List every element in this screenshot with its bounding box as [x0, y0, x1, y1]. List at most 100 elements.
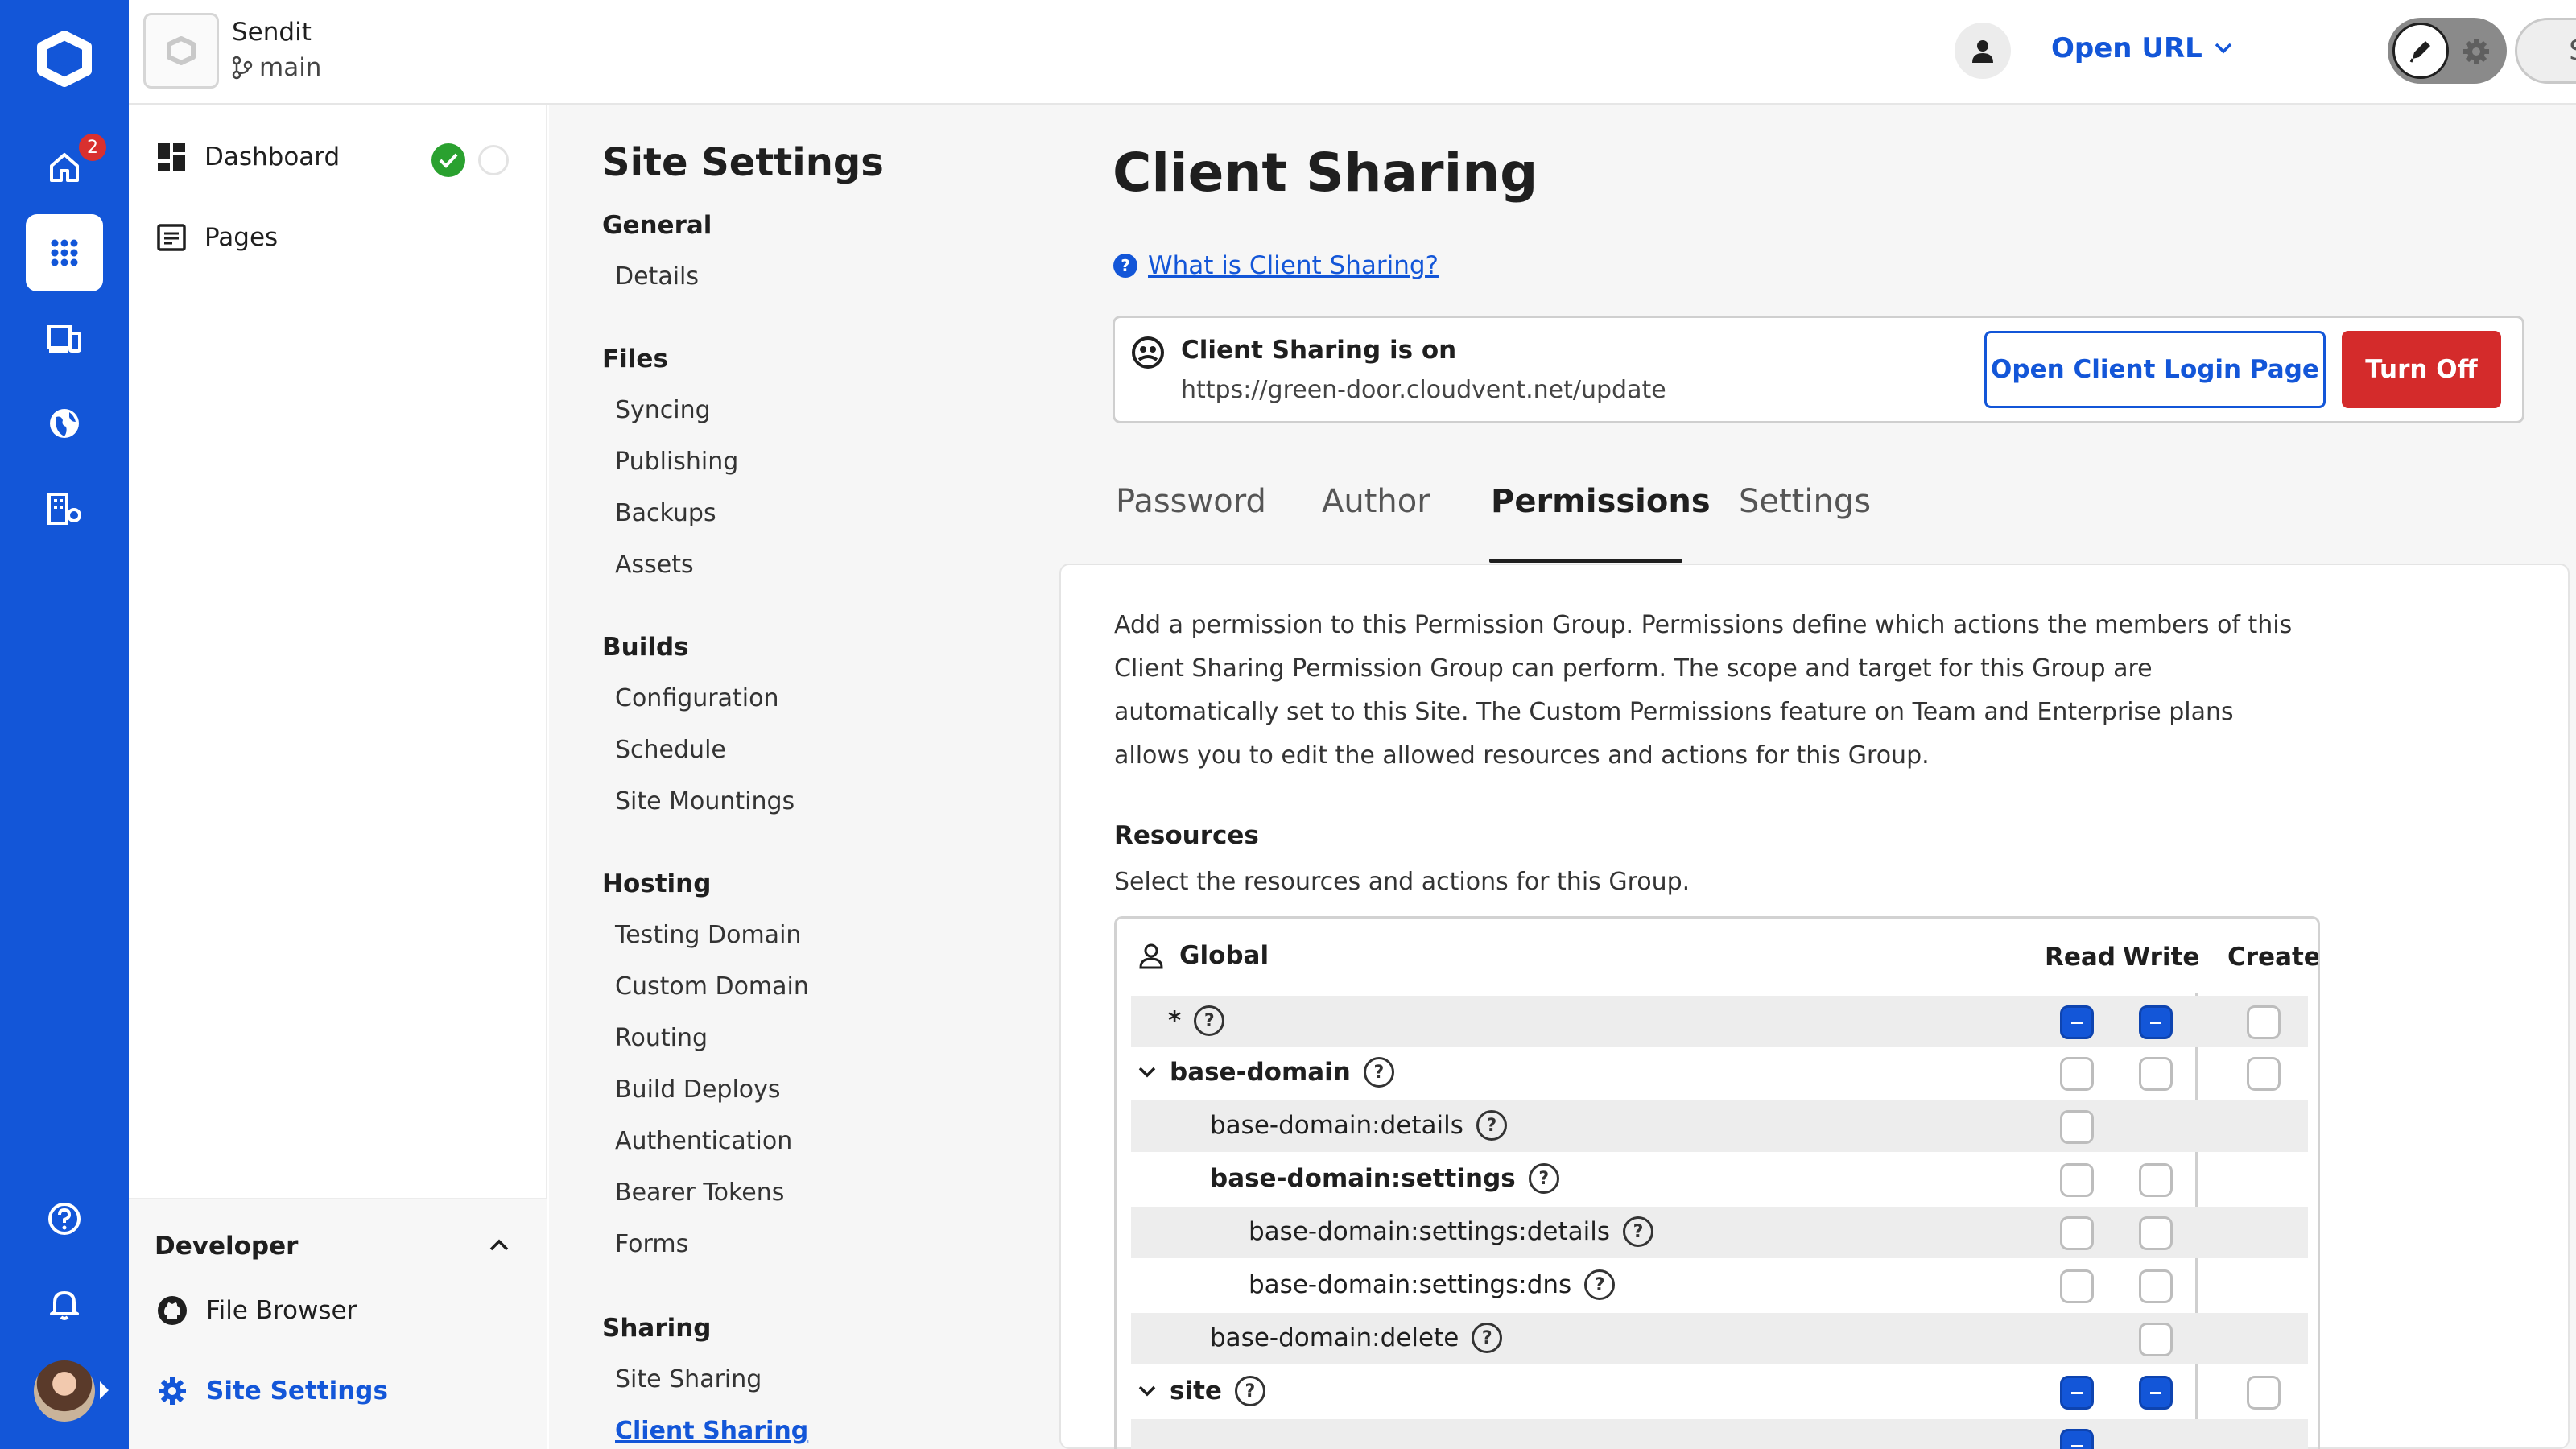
nav-item-file-browser[interactable]: File Browser [156, 1294, 357, 1327]
write-checkbox[interactable] [2139, 1323, 2173, 1356]
permissions-card: Add a permission to this Permission Grou… [1059, 564, 2570, 1449]
help-icon[interactable]: ? [1476, 1110, 1507, 1141]
read-checkbox[interactable] [2060, 1057, 2094, 1091]
nav-item-pages[interactable]: Pages [156, 222, 278, 253]
write-checkbox[interactable] [2139, 1005, 2173, 1039]
chevron-down-icon[interactable] [1137, 1385, 1157, 1397]
table-row: base-domain:settings ? [1131, 1154, 2308, 1205]
sharing-status-box: Client Sharing is on https://green-door.… [1113, 316, 2524, 423]
tab-settings[interactable]: Settings [1739, 483, 1871, 520]
scope-label: Global [1137, 941, 1269, 970]
nav-item-site-settings[interactable]: Site Settings [156, 1375, 388, 1407]
resources-description: Select the resources and actions for thi… [1114, 868, 1690, 896]
table-row: * ? [1131, 996, 2308, 1047]
subnav-item-build-deploys[interactable]: Build Deploys [615, 1075, 781, 1104]
check-circle-icon [431, 143, 465, 177]
user-avatar[interactable] [34, 1360, 95, 1422]
site-name: Sendit [232, 18, 312, 47]
read-checkbox[interactable] [2060, 1429, 2094, 1449]
read-checkbox[interactable] [2060, 1163, 2094, 1197]
branch-selector[interactable]: main [232, 53, 321, 82]
chevron-up-icon[interactable] [488, 1238, 510, 1253]
subnav-item-forms[interactable]: Forms [615, 1230, 688, 1258]
row-label-text: base-domain:details [1210, 1111, 1463, 1140]
write-checkbox[interactable] [2139, 1057, 2173, 1091]
read-checkbox[interactable] [2060, 1005, 2094, 1039]
help-icon[interactable]: ? [1622, 1216, 1653, 1247]
read-checkbox[interactable] [2060, 1110, 2094, 1144]
subnav-item-configuration[interactable]: Configuration [615, 684, 778, 712]
rail-help[interactable] [26, 1180, 103, 1257]
branch-name: main [259, 53, 322, 82]
rail-apps[interactable] [26, 214, 103, 291]
subnav-item-details[interactable]: Details [615, 262, 699, 291]
write-checkbox[interactable] [2139, 1269, 2173, 1303]
help-icon[interactable]: ? [1472, 1323, 1503, 1353]
help-icon[interactable]: ? [1584, 1269, 1616, 1300]
top-bar: Sendit main Open URL Save [129, 0, 2576, 105]
create-checkbox[interactable] [2247, 1005, 2281, 1039]
table-row: base-domain:delete ? [1131, 1313, 2308, 1364]
nav-item-dashboard[interactable]: Dashboard [156, 142, 340, 172]
rail-globe[interactable] [26, 385, 103, 462]
tab-permissions[interactable]: Permissions [1491, 483, 1711, 520]
open-client-login-button[interactable]: Open Client Login Page [1984, 331, 2326, 408]
write-checkbox[interactable] [2139, 1376, 2173, 1410]
rail-devices[interactable] [26, 299, 103, 377]
create-checkbox[interactable] [2247, 1057, 2281, 1091]
subnav-item-syncing[interactable]: Syncing [615, 396, 711, 424]
subnav-item-publishing[interactable]: Publishing [615, 448, 738, 476]
save-button[interactable]: Save [2515, 18, 2576, 84]
tab-password[interactable]: Password [1116, 483, 1266, 520]
subnav-item-authentication[interactable]: Authentication [615, 1127, 792, 1155]
write-checkbox[interactable] [2139, 1163, 2173, 1197]
subnav-group-sharing: Sharing [602, 1314, 712, 1343]
client-share-icon [1131, 336, 1165, 369]
subnav-item-bearer-tokens[interactable]: Bearer Tokens [615, 1179, 784, 1207]
subnav-item-routing[interactable]: Routing [615, 1024, 708, 1052]
table-row: base-domain:settings:details ? [1131, 1207, 2308, 1258]
help-icon[interactable]: ? [1194, 1005, 1225, 1036]
gear-icon [156, 1375, 188, 1407]
write-checkbox[interactable] [2139, 1216, 2173, 1250]
developer-heading[interactable]: Developer [155, 1232, 298, 1261]
app-logo-icon[interactable] [32, 31, 97, 87]
subnav-item-custom-domain[interactable]: Custom Domain [615, 972, 809, 1001]
open-url-button[interactable]: Open URL [2051, 32, 2233, 64]
subnav-group-hosting: Hosting [602, 869, 712, 898]
edit-mode-toggle[interactable] [2388, 18, 2507, 84]
devices-icon [46, 322, 83, 354]
row-label[interactable]: base-domain ? [1137, 1057, 1394, 1088]
subnav-item-site-mountings[interactable]: Site Mountings [615, 787, 795, 815]
read-checkbox[interactable] [2060, 1216, 2094, 1250]
row-label[interactable]: site ? [1137, 1376, 1265, 1406]
caret-right-icon[interactable] [100, 1381, 109, 1399]
status-idle-indicator [478, 145, 509, 175]
read-checkbox[interactable] [2060, 1376, 2094, 1410]
help-icon[interactable]: ? [1528, 1163, 1559, 1194]
permissions-intro: Add a permission to this Permission Grou… [1114, 611, 2293, 770]
create-checkbox[interactable] [2247, 1376, 2281, 1410]
subnav-item-backups[interactable]: Backups [615, 499, 716, 527]
site-thumbnail[interactable] [143, 13, 219, 89]
row-label-text: base-domain:settings [1210, 1164, 1516, 1193]
row-label: base-domain:details ? [1210, 1110, 1507, 1141]
chevron-down-icon[interactable] [1137, 1066, 1157, 1079]
help-icon[interactable]: ? [1363, 1057, 1394, 1088]
account-button[interactable] [1955, 23, 2011, 79]
subnav-item-schedule[interactable]: Schedule [615, 736, 726, 764]
read-checkbox[interactable] [2060, 1269, 2094, 1303]
subnav-item-client-sharing[interactable]: Client Sharing [615, 1417, 808, 1445]
help-link[interactable]: ? What is Client Sharing? [1113, 251, 1439, 280]
help-icon[interactable]: ? [1234, 1376, 1265, 1406]
turn-off-button[interactable]: Turn Off [2342, 331, 2501, 408]
git-branch-icon [232, 56, 253, 80]
rail-buildings[interactable] [26, 470, 103, 547]
tab-author[interactable]: Author [1322, 483, 1430, 520]
scope-name: Global [1179, 941, 1269, 970]
table-row: base-domain ? [1131, 1047, 2308, 1099]
subnav-item-site-sharing[interactable]: Site Sharing [615, 1365, 762, 1393]
subnav-item-testing-domain[interactable]: Testing Domain [615, 921, 801, 949]
rail-notifications[interactable] [26, 1265, 103, 1343]
subnav-item-assets[interactable]: Assets [615, 551, 694, 579]
